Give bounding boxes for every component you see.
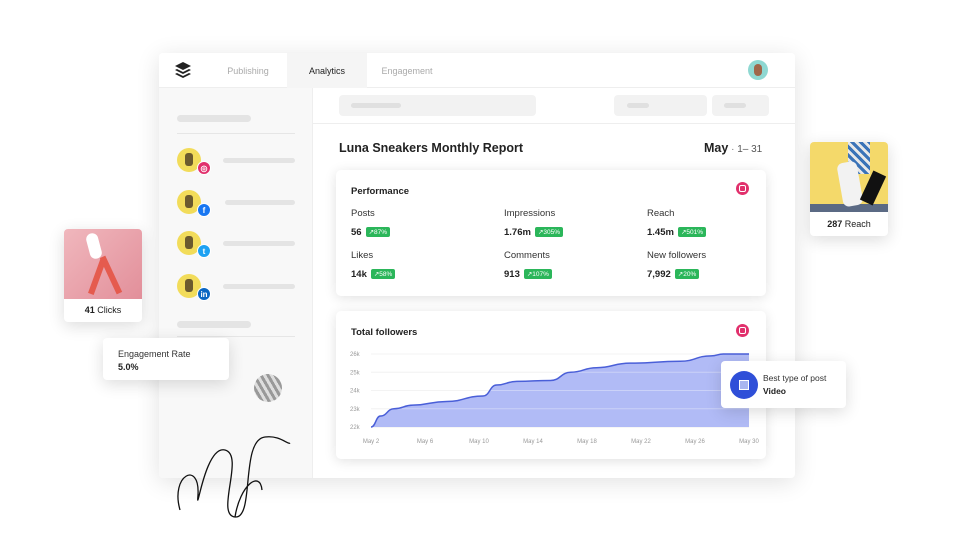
metric-value: 913 bbox=[504, 269, 520, 280]
x-tick-label: May 14 bbox=[523, 439, 543, 445]
metric-change-badge: ↗305% bbox=[534, 227, 564, 237]
sidebar: ◎ f t in bbox=[159, 88, 313, 478]
tab-publishing[interactable]: Publishing bbox=[209, 53, 287, 88]
metric-label: Reach bbox=[647, 208, 675, 219]
facebook-icon: f bbox=[197, 203, 211, 217]
metric-label: Impressions bbox=[504, 208, 556, 219]
best-post-type-card: Best type of post Video bbox=[721, 361, 846, 408]
instagram-icon bbox=[736, 182, 749, 195]
card-title: Performance bbox=[351, 186, 410, 197]
clicks-post-card[interactable]: 41 Clicks bbox=[64, 229, 142, 322]
metric-change-badge: ↗20% bbox=[674, 269, 700, 279]
y-tick-label: 22k bbox=[350, 425, 361, 431]
metric-posts: Posts 56 ↗87% bbox=[351, 208, 391, 240]
top-nav: Publishing Analytics Engagement bbox=[159, 53, 795, 88]
y-tick-label: 24k bbox=[350, 389, 361, 395]
metric-value: 56 bbox=[351, 227, 362, 238]
report-title: Luna Sneakers Monthly Report bbox=[339, 141, 524, 155]
placeholder bbox=[177, 321, 251, 328]
buffer-logo-icon[interactable] bbox=[175, 62, 191, 80]
followers-chart: 22k 23k 24k 25k 26k May 2 May 6 May 10 May 14 May… bbox=[350, 352, 759, 445]
metric-label: Comments bbox=[504, 250, 550, 261]
engagement-label: Engagement Rate bbox=[118, 349, 191, 359]
y-tick-label: 25k bbox=[350, 370, 361, 376]
metric-reach: Reach 1.45m ↗501% bbox=[647, 208, 707, 240]
y-tick-label: 26k bbox=[350, 352, 361, 358]
post-image bbox=[810, 142, 888, 212]
account-avatar[interactable] bbox=[254, 374, 282, 402]
range: 1– 31 bbox=[737, 144, 763, 155]
linkedin-icon: in bbox=[197, 287, 211, 301]
metric-impressions: Impressions 1.76m ↗305% bbox=[504, 208, 564, 240]
tab-analytics[interactable]: Analytics bbox=[287, 53, 367, 88]
tab-engagement[interactable]: Engagement bbox=[367, 53, 447, 88]
y-tick-label: 23k bbox=[350, 407, 361, 413]
metric-label: Likes bbox=[351, 250, 374, 261]
metric-value: 1.45m bbox=[647, 227, 674, 238]
x-tick-label: May 22 bbox=[631, 439, 651, 445]
metric-value: 1.76m bbox=[504, 227, 531, 238]
metric-new-followers: New followers 7,992 ↗20% bbox=[647, 250, 706, 282]
placeholder bbox=[177, 115, 251, 122]
filter-placeholder[interactable] bbox=[614, 95, 707, 116]
x-tick-label: May 18 bbox=[577, 439, 597, 445]
metric-label: New followers bbox=[647, 250, 707, 261]
metric-change-badge: ↗107% bbox=[523, 269, 552, 279]
metric-change-badge: ↗87% bbox=[365, 227, 391, 237]
scribble-decoration bbox=[177, 436, 291, 518]
clicks-label: Clicks bbox=[97, 305, 122, 315]
x-tick-label: May 2 bbox=[363, 439, 380, 445]
metric-change-badge: ↗58% bbox=[370, 269, 396, 279]
best-post-value: Video bbox=[763, 386, 786, 396]
best-post-label: Best type of post bbox=[763, 373, 827, 383]
reach-label: Reach bbox=[844, 219, 871, 229]
reach-post-card[interactable]: 287 Reach bbox=[810, 142, 888, 236]
metric-value: 7,992 bbox=[647, 269, 671, 280]
month: May bbox=[704, 141, 729, 155]
post-image bbox=[64, 229, 142, 299]
engagement-value: 5.0% bbox=[118, 362, 139, 372]
engagement-rate-card: Engagement Rate 5.0% bbox=[103, 338, 229, 380]
followers-card: Total followers 22k 23k 24k 25k 26k May 2 May … bbox=[336, 311, 766, 459]
date-range[interactable]: May · 1– 31 bbox=[704, 141, 762, 155]
x-tick-label: May 30 bbox=[739, 439, 759, 445]
filter-placeholder[interactable] bbox=[712, 95, 769, 116]
user-avatar[interactable] bbox=[748, 60, 768, 80]
instagram-icon: ◎ bbox=[197, 161, 211, 175]
performance-card: Performance Posts 56 ↗87% Impressions 1.76m ↗… bbox=[336, 170, 766, 296]
metric-comments: Comments 913 ↗107% bbox=[504, 250, 552, 282]
x-tick-label: May 26 bbox=[685, 439, 705, 445]
video-icon bbox=[730, 371, 758, 399]
metric-change-badge: ↗501% bbox=[677, 227, 707, 237]
x-tick-label: May 10 bbox=[469, 439, 489, 445]
clicks-value: 41 bbox=[84, 305, 95, 315]
metric-likes: Likes 14k ↗58% bbox=[351, 250, 396, 282]
metric-label: Posts bbox=[351, 208, 375, 219]
x-tick-label: May 6 bbox=[417, 439, 434, 445]
metric-value: 14k bbox=[351, 269, 367, 280]
search-placeholder[interactable] bbox=[339, 95, 536, 116]
twitter-icon: t bbox=[197, 244, 211, 258]
reach-value: 287 bbox=[827, 219, 843, 229]
